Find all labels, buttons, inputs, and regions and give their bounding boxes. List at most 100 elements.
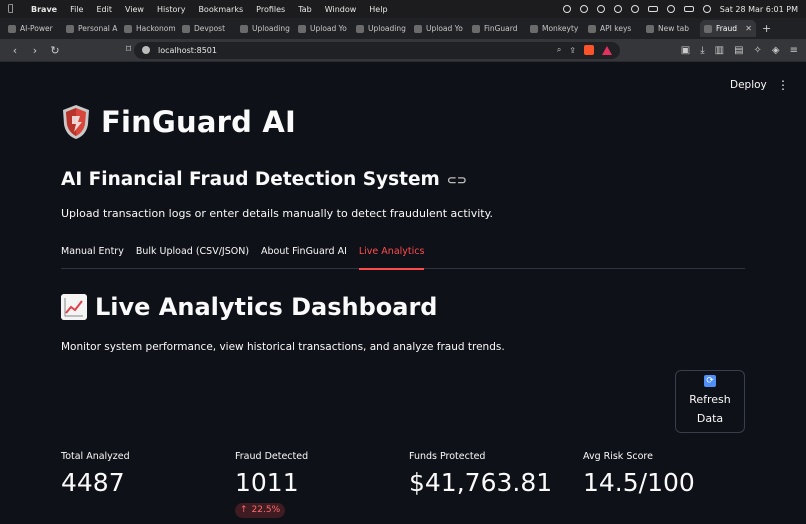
- spotlight-icon[interactable]: [666, 5, 675, 13]
- dashboard-caption: Monitor system performance, view histori…: [61, 341, 505, 353]
- metric-delta-value: 22.5%: [251, 505, 281, 515]
- metric-value: 4487: [61, 468, 125, 497]
- deploy-button[interactable]: Deploy: [730, 79, 767, 91]
- browser-tab[interactable]: Hackonom: [120, 20, 178, 37]
- control-center-icon[interactable]: [683, 6, 694, 12]
- tab-favicon-icon: [530, 24, 538, 33]
- refresh-icon: ⟳: [704, 375, 716, 387]
- bookmark-icon[interactable]: ⌑: [126, 44, 131, 55]
- metric-value: 14.5/100: [583, 468, 695, 497]
- refresh-data-button[interactable]: ⟳ Refresh Data: [675, 370, 745, 433]
- subheader: AI Financial Fraud Detection System ⊂⊃: [61, 169, 467, 190]
- brave-rewards-icon[interactable]: [602, 45, 612, 55]
- apple-icon[interactable]: : [8, 4, 17, 14]
- browser-tab[interactable]: Uploading: [236, 20, 294, 37]
- browser-tab[interactable]: Personal A: [62, 20, 120, 37]
- metric-avg-risk-score: Avg Risk Score 14.5/100: [583, 451, 695, 497]
- back-icon[interactable]: ‹: [8, 44, 22, 57]
- tab-favicon-icon: [704, 24, 712, 33]
- tab-label: Hackonom: [136, 24, 176, 33]
- tab-bulk-upload[interactable]: Bulk Upload (CSV/JSON): [136, 244, 249, 269]
- share-icon[interactable]: ⇪: [569, 46, 576, 55]
- vpn-icon[interactable]: ◈: [772, 45, 780, 56]
- tab-favicon-icon: [414, 24, 422, 33]
- tab-favicon-icon: [8, 24, 16, 33]
- browser-tab-active[interactable]: Fraud ✕: [700, 20, 756, 37]
- site-info-icon[interactable]: [142, 46, 150, 54]
- menu-help[interactable]: Help: [369, 5, 387, 14]
- wallet-icon[interactable]: ▤: [734, 45, 743, 56]
- tab-label: Monkeyty: [542, 24, 579, 33]
- tab-label: Upload Yo: [310, 24, 347, 33]
- menubar-clock[interactable]: Sat 28 Mar 6:01 PM: [720, 5, 798, 14]
- leo-ai-icon[interactable]: ✧: [754, 45, 762, 56]
- address-bar[interactable]: localhost:8501 ⌕ ⇪: [134, 41, 620, 59]
- download-icon[interactable]: ⤓: [700, 45, 704, 56]
- status-icons: Sat 28 Mar 6:01 PM: [562, 5, 798, 14]
- rocket-icon[interactable]: [579, 5, 588, 13]
- wifi-icon[interactable]: [630, 5, 639, 13]
- chart-increasing-icon: [61, 294, 87, 320]
- record-icon[interactable]: [562, 5, 571, 13]
- menu-window[interactable]: Window: [325, 5, 357, 14]
- metric-value: $41,763.81: [409, 468, 553, 497]
- tab-manual-entry[interactable]: Manual Entry: [61, 244, 124, 269]
- toolbar-right-icons: ▣ ⤓ ▥ ▤ ✧ ◈ ≡: [681, 45, 798, 56]
- tab-label: AI-Power: [20, 24, 53, 33]
- browser-tab[interactable]: Upload Yo: [294, 20, 352, 37]
- url-text[interactable]: localhost:8501: [158, 46, 217, 55]
- sidebar-icon[interactable]: ▥: [715, 45, 724, 56]
- menu-bookmarks[interactable]: Bookmarks: [198, 5, 243, 14]
- browser-tab[interactable]: Uploading: [352, 20, 410, 37]
- battery-icon[interactable]: [647, 6, 658, 12]
- title-row: FinGuard AI: [61, 104, 296, 140]
- browser-tab[interactable]: Upload Yo: [410, 20, 468, 37]
- browser-tab[interactable]: AI-Power: [4, 20, 62, 37]
- metric-funds-protected: Funds Protected $41,763.81: [409, 451, 552, 497]
- play-icon[interactable]: [613, 5, 622, 13]
- tab-live-analytics[interactable]: Live Analytics: [358, 244, 424, 270]
- menu-history[interactable]: History: [157, 5, 185, 14]
- browser-tab[interactable]: API keys: [584, 20, 642, 37]
- tab-favicon-icon: [472, 24, 480, 33]
- metric-delta-badge: ↑ 22.5%: [235, 502, 286, 518]
- metric-value: 1011: [235, 468, 299, 497]
- dashboard-header: Live Analytics Dashboard: [61, 293, 437, 321]
- new-tab-icon[interactable]: +: [762, 22, 771, 35]
- zoom-icon[interactable]: ⌕: [557, 45, 561, 55]
- menu-tab[interactable]: Tab: [298, 5, 312, 14]
- browser-toolbar: ‹ › ↻ localhost:8501 ⌕ ⇪ ⌑ ▣ ⤓ ▥ ▤ ✧ ◈ ≡: [0, 39, 806, 62]
- metric-fraud-detected: Fraud Detected 1011 ↑ 22.5%: [235, 451, 308, 518]
- close-tab-icon[interactable]: ✕: [745, 24, 752, 33]
- tab-favicon-icon: [646, 24, 654, 33]
- menu-brave[interactable]: Brave: [31, 5, 57, 14]
- anchor-link-icon[interactable]: ⊂⊃: [447, 173, 467, 187]
- browser-tab[interactable]: FinGuard: [468, 20, 526, 37]
- browser-tab[interactable]: Monkeyty: [526, 20, 584, 37]
- menu-view[interactable]: View: [125, 5, 144, 14]
- browser-tab-strip: AI-Power Personal A Hackonom Devpost Upl…: [0, 18, 806, 39]
- brave-shields-icon[interactable]: [584, 45, 594, 55]
- dashboard-title: Live Analytics Dashboard: [95, 293, 438, 321]
- metric-label: Fraud Detected: [235, 451, 309, 462]
- tab-label: Upload Yo: [426, 24, 463, 33]
- tab-label: Personal A: [78, 24, 118, 33]
- streamlit-app: Deploy ⋮ FinGuard AI AI Financial Fraud …: [0, 62, 806, 524]
- forward-icon[interactable]: ›: [28, 44, 42, 57]
- tab-search-icon[interactable]: ▣: [681, 45, 690, 56]
- main-menu-icon[interactable]: ⋮: [777, 78, 789, 92]
- browser-tab[interactable]: Devpost: [178, 20, 236, 37]
- menu-profiles[interactable]: Profiles: [256, 5, 285, 14]
- subheader-text: AI Financial Fraud Detection System: [61, 169, 440, 190]
- moon-icon[interactable]: [596, 5, 605, 13]
- browser-tab[interactable]: New tab: [642, 20, 700, 37]
- browser-menu-icon[interactable]: ≡: [790, 45, 798, 56]
- tab-about[interactable]: About FinGuard AI: [261, 244, 347, 269]
- menu-edit[interactable]: Edit: [96, 5, 112, 14]
- tab-label: New tab: [658, 24, 690, 33]
- menu-file[interactable]: File: [70, 5, 83, 14]
- siri-icon[interactable]: [702, 5, 711, 13]
- tab-favicon-icon: [66, 24, 74, 33]
- arrow-up-icon: ↑: [240, 505, 248, 515]
- reload-icon[interactable]: ↻: [48, 44, 62, 57]
